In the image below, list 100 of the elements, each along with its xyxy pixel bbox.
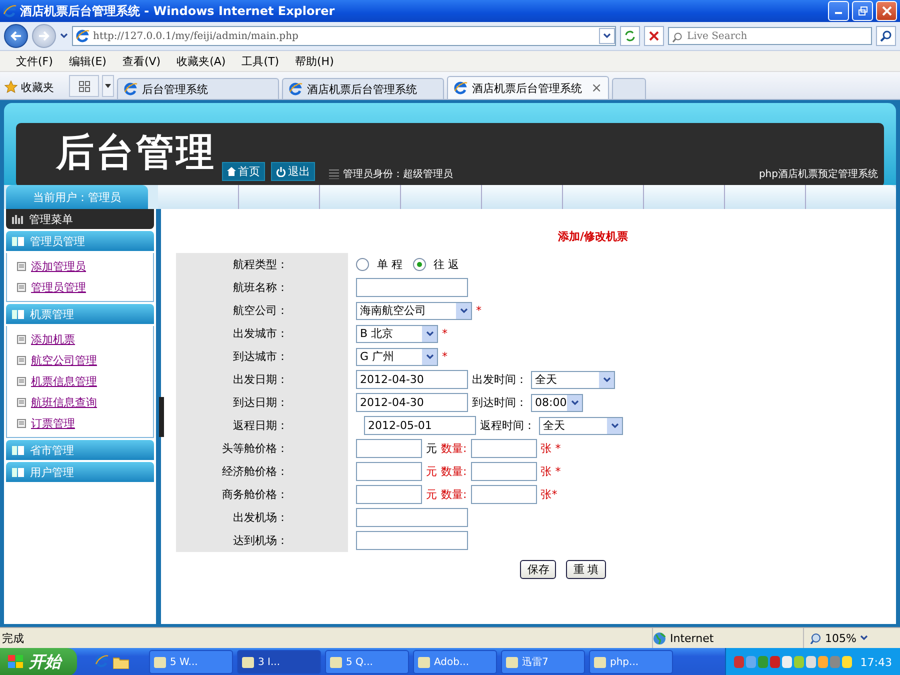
field-label: 出发日期： [233,372,288,387]
date-field[interactable]: 2012-04-30 [356,393,468,412]
stop-button[interactable] [644,26,664,46]
form-title: 添加/修改机票 [556,229,630,245]
new-tab-button[interactable] [612,78,646,99]
menu-item[interactable]: 工具(T) [242,54,279,68]
menu-item[interactable]: 帮助(H) [295,54,334,68]
favorites-button[interactable]: 收藏夹 [4,75,66,99]
search-icon [880,30,892,42]
reset-button[interactable]: 重 填 [566,560,606,579]
price-field[interactable] [356,462,422,481]
close-button[interactable] [876,1,897,21]
menu-link[interactable]: 添加机票 [31,332,75,347]
save-button[interactable]: 保存 [520,560,556,579]
browser-icon [95,654,109,668]
list-icon [329,169,339,179]
select-field[interactable]: 全天 [539,416,623,434]
taskbar-button[interactable]: 迅雷7 [501,650,585,674]
quantity-field[interactable] [470,462,537,481]
field-label: 出发城市： [233,326,288,341]
app-icon [506,656,518,668]
browser-tab[interactable]: 后台管理系统 [117,78,279,99]
select-field[interactable]: 08:00 [531,394,583,412]
menu-link[interactable]: 订票管理 [31,416,75,431]
field-label: 出发机场： [233,510,288,525]
search-field[interactable]: Live Search [668,27,872,45]
radio-label: 单 程 [377,257,402,272]
magnifier-icon [810,632,821,644]
home-button[interactable]: 首页 [222,162,265,181]
quantity-field[interactable] [470,485,537,504]
menu-item[interactable]: 收藏夹(A) [176,54,226,68]
field-label: 航班名称： [233,280,288,295]
taskbar-button[interactable]: Adob... [413,650,497,674]
select-field[interactable]: G 广州 [356,348,438,366]
back-button[interactable] [4,24,28,48]
address-field[interactable]: http://127.0.0.1/my/feiji/admin/main.php [72,26,616,46]
taskbar-button[interactable]: 5 Q... [325,650,409,674]
menu-link[interactable]: 添加管理员 [31,259,86,274]
menu-item[interactable]: 查看(V) [122,54,161,68]
radio-button[interactable] [356,258,369,271]
caret-icon [105,84,111,88]
logout-button[interactable]: 退出 [271,162,315,181]
input-field[interactable] [356,278,468,297]
menu-link[interactable]: 机票信息管理 [31,374,97,389]
refresh-button[interactable] [620,26,640,46]
taskbar-button[interactable]: php... [589,650,673,674]
quantity-label: 数量: [441,464,467,479]
date-field[interactable]: 2012-05-01 [364,416,476,435]
quantity-field[interactable] [470,439,537,458]
status-text: 完成 [1,630,25,646]
window-title: 酒店机票后台管理系统 - Windows Internet Explorer [20,2,336,20]
folder-launch-icon[interactable] [113,656,129,668]
maximize-button[interactable] [852,1,873,21]
folder-icon [12,468,24,476]
browser-tab[interactable]: 酒店机票后台管理系统 × [447,76,609,99]
browser-tab[interactable]: 酒店机票后台管理系统 [282,78,444,99]
field-label: 返程日期： [233,418,288,433]
collapse-handle[interactable] [159,396,164,436]
folder-icon [12,446,24,454]
date-field[interactable]: 2012-04-30 [356,370,468,389]
star-icon [4,80,18,94]
menu-link[interactable]: 航班信息查询 [31,395,97,410]
caret-icon [610,422,618,428]
caret-icon [860,635,868,641]
field-label: 经济舱价格： [222,464,288,479]
field-label: 到达城市： [233,349,288,364]
menu-item[interactable]: 编辑(E) [68,54,106,68]
input-field[interactable] [356,508,468,527]
app-icon [330,656,342,668]
input-field[interactable] [356,531,468,550]
radio-button[interactable] [412,258,426,271]
quantity-unit: 张 * [540,441,561,456]
caret-icon [460,308,468,314]
close-tab-button[interactable]: × [591,80,602,96]
minimize-button[interactable] [828,1,849,21]
menu-item[interactable]: 文件(F) [16,54,53,68]
search-button[interactable] [876,26,896,46]
browser-icon [124,82,138,96]
price-field[interactable] [356,485,422,504]
folder-icon [12,310,24,318]
taskbar-button[interactable]: 5 W... [149,650,233,674]
menu-link[interactable]: 航空公司管理 [31,353,97,368]
select-field[interactable]: 全天 [531,370,615,388]
price-field[interactable] [356,439,422,458]
field-label: 达到机场： [233,533,288,548]
page-icon [17,262,26,271]
select-field[interactable]: B 北京 [356,324,438,342]
menu-link[interactable]: 管理员管理 [31,280,86,295]
quick-tabs-button[interactable] [69,75,99,97]
forward-arrow-icon [38,31,50,41]
tab-list-button[interactable] [102,75,114,97]
currency-unit: 元 [426,441,437,456]
quantity-label: 数量: [441,487,467,502]
app-icon [154,656,166,668]
page-icon [17,398,26,407]
quantity-unit: 张 * [540,464,561,479]
page-icon [17,335,26,344]
taskbar-button[interactable]: 3 I... [237,650,321,674]
select-field[interactable]: 海南航空公司 [356,302,472,320]
menu-header: 管理菜单 [6,209,154,229]
